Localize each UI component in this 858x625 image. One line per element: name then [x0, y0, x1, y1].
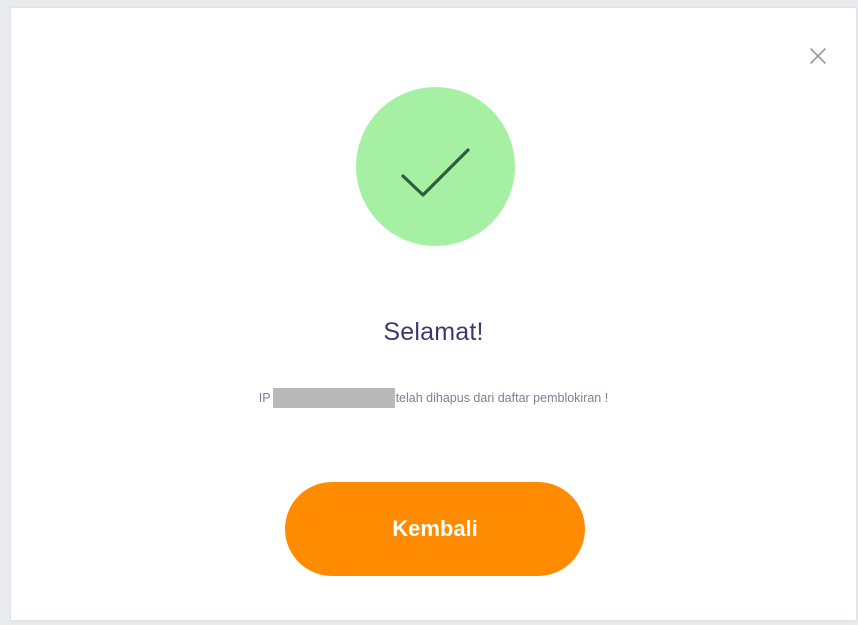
dialog-message: IP telah dihapus dari daftar pemblokiran …	[11, 388, 856, 408]
redacted-ip-address	[272, 388, 395, 408]
success-badge	[356, 87, 515, 246]
back-button[interactable]: Kembali	[285, 482, 585, 576]
check-icon	[401, 148, 470, 197]
close-icon	[810, 48, 826, 64]
message-suffix: telah dihapus dari daftar pemblokiran !	[395, 391, 609, 405]
dialog-title: Selamat!	[383, 318, 484, 346]
message-prefix: IP	[258, 391, 271, 405]
success-dialog: Selamat! IP telah dihapus dari daftar pem…	[11, 8, 856, 620]
close-button[interactable]	[804, 42, 832, 70]
